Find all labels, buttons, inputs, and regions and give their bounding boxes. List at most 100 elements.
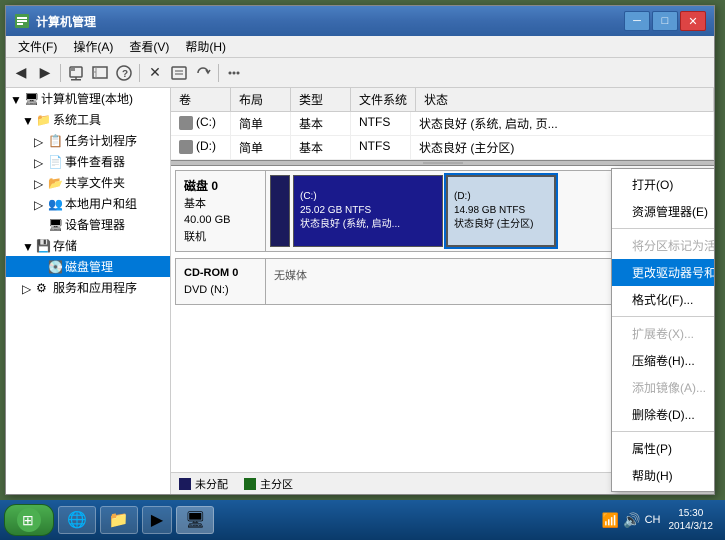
legend-primary: 主分区: [244, 476, 293, 492]
users-icon: 👥: [48, 197, 62, 211]
ctx-mirror[interactable]: 添加镜像(A)...: [612, 374, 714, 401]
system-clock[interactable]: 15:30 2014/3/12: [665, 505, 718, 535]
expand-icon: ▼: [22, 240, 34, 252]
menu-help[interactable]: 帮助(H): [177, 36, 234, 57]
ctx-shrink[interactable]: 压缩卷(H)...: [612, 347, 714, 374]
toolbar-separator-2: [139, 64, 140, 82]
context-menu: 打开(O) 资源管理器(E) 将分区标记为活动分区(M) 更改驱动器号和路径(C…: [611, 168, 714, 492]
svg-text:⊞: ⊞: [22, 512, 34, 528]
ctx-sep-1: [612, 228, 714, 229]
tree-task-scheduler[interactable]: ▷ 📋 任务计划程序: [6, 130, 170, 151]
expand-icon: ▷: [34, 156, 46, 168]
table-row[interactable]: (D:) 简单 基本 NTFS 状态良好 (主分区): [171, 136, 714, 160]
left-panel: ▼ 🖥 计算机管理(本地) ▼ 📁 系统工具 ▷ 📋 任务计划程序 ▷ 📄 事件…: [6, 88, 171, 494]
refresh-button[interactable]: [192, 62, 214, 84]
properties-button[interactable]: [168, 62, 190, 84]
ctx-sep-2: [612, 316, 714, 317]
services-icon: ⚙: [36, 281, 50, 295]
show-hide-console[interactable]: [89, 62, 111, 84]
content-area: ▼ 🖥 计算机管理(本地) ▼ 📁 系统工具 ▷ 📋 任务计划程序 ▷ 📄 事件…: [6, 88, 714, 494]
partition-unallocated[interactable]: [270, 175, 290, 247]
ctx-delete[interactable]: 删除卷(D)...: [612, 401, 714, 428]
tree-storage[interactable]: ▼ 💾 存储: [6, 235, 170, 256]
ctx-sep-3: [612, 431, 714, 432]
window-title: 计算机管理: [36, 13, 624, 30]
td-type-c: 基本: [291, 112, 351, 135]
ctx-mark-active[interactable]: 将分区标记为活动分区(M): [612, 232, 714, 259]
td-vol-c: (C:): [171, 112, 231, 135]
tray-volume[interactable]: 🔊: [623, 512, 640, 529]
forward-button[interactable]: ▶: [34, 62, 56, 84]
td-fs-c: NTFS: [351, 112, 411, 135]
tree-event-viewer[interactable]: ▷ 📄 事件查看器: [6, 151, 170, 172]
delete-button[interactable]: ✕: [144, 62, 166, 84]
expand-icon: ▷: [34, 135, 46, 147]
ctx-explorer[interactable]: 资源管理器(E): [612, 198, 714, 225]
taskbar-media[interactable]: ▶: [142, 506, 172, 534]
expand-icon: ▼: [22, 114, 34, 126]
storage-icon: 💾: [36, 239, 50, 253]
folder-icon: 📁: [36, 113, 50, 127]
tree-shared-folders[interactable]: ▷ 📂 共享文件夹: [6, 172, 170, 193]
cdrom-label: CD-ROM 0 DVD (N:): [176, 259, 266, 304]
ctx-open[interactable]: 打开(O): [612, 171, 714, 198]
menu-action[interactable]: 操作(A): [65, 36, 121, 57]
td-vol-d: (D:): [171, 136, 231, 159]
device-icon: 🖥: [48, 218, 62, 232]
tree-local-users[interactable]: ▷ 👥 本地用户和组: [6, 193, 170, 214]
minimize-button[interactable]: ─: [624, 11, 650, 31]
main-window: 计算机管理 ─ □ ✕ 文件(F) 操作(A) 查看(V) 帮助(H) ◀ ▶: [5, 5, 715, 495]
taskbar-explorer[interactable]: 📁: [100, 506, 138, 534]
tree-device-manager[interactable]: 🖥 设备管理器: [6, 214, 170, 235]
tree-disk-management[interactable]: 💽 磁盘管理: [6, 256, 170, 277]
td-fs-d: NTFS: [351, 136, 411, 159]
ctx-change-drive[interactable]: 更改驱动器号和路径(C)...: [612, 259, 714, 286]
taskbar-browser[interactable]: 🌐: [58, 506, 96, 534]
table-row[interactable]: (C:) 简单 基本 NTFS 状态良好 (系统, 启动, 页...: [171, 112, 714, 136]
window-controls: ─ □ ✕: [624, 11, 706, 31]
toolbar-separator-3: [218, 64, 219, 82]
window-icon: [14, 13, 30, 29]
partition-c[interactable]: (C:) 25.02 GB NTFS 状态良好 (系统, 启动...: [293, 175, 443, 247]
expand-icon: ▼: [10, 93, 22, 105]
start-button[interactable]: ⊞: [4, 504, 54, 536]
title-bar: 计算机管理 ─ □ ✕: [6, 6, 714, 36]
tray-lang[interactable]: CH: [645, 514, 661, 526]
expand-icon: ▷: [22, 282, 34, 294]
taskbar-tray: 📶 🔊 CH 15:30 2014/3/12: [602, 505, 721, 535]
svg-text:?: ?: [122, 69, 128, 80]
menu-bar: 文件(F) 操作(A) 查看(V) 帮助(H): [6, 36, 714, 58]
taskbar-computer-management[interactable]: 🖥: [176, 506, 214, 534]
up-button[interactable]: [65, 62, 87, 84]
close-button[interactable]: ✕: [680, 11, 706, 31]
legend-color-unallocated: [179, 478, 191, 490]
event-icon: 📄: [48, 155, 62, 169]
ctx-help[interactable]: 帮助(H): [612, 462, 714, 489]
ctx-extend[interactable]: 扩展卷(X)...: [612, 320, 714, 347]
tree-services[interactable]: ▷ ⚙ 服务和应用程序: [6, 277, 170, 298]
th-status: 状态: [416, 88, 714, 111]
ctx-properties[interactable]: 属性(P): [612, 435, 714, 462]
tray-network[interactable]: 📶: [602, 512, 619, 529]
menu-view[interactable]: 查看(V): [121, 36, 177, 57]
td-layout-d: 简单: [231, 136, 291, 159]
menu-file[interactable]: 文件(F): [10, 36, 65, 57]
td-status-d: 状态良好 (主分区): [411, 136, 714, 159]
expand-icon: ▷: [34, 177, 46, 189]
back-button[interactable]: ◀: [10, 62, 32, 84]
help-button[interactable]: ?: [113, 62, 135, 84]
td-status-c: 状态良好 (系统, 启动, 页...: [411, 112, 714, 135]
taskbar: ⊞ 🌐 📁 ▶ 🖥 📶 🔊 CH 15:30 2014/3/12: [0, 500, 725, 540]
maximize-button[interactable]: □: [652, 11, 678, 31]
legend-unallocated: 未分配: [179, 476, 228, 492]
ctx-format[interactable]: 格式化(F)...: [612, 286, 714, 313]
tree-root[interactable]: ▼ 🖥 计算机管理(本地): [6, 88, 170, 109]
more-button[interactable]: [223, 62, 245, 84]
th-fs: 文件系统: [351, 88, 416, 111]
toolbar: ◀ ▶ ? ✕: [6, 58, 714, 88]
tree-system-tools[interactable]: ▼ 📁 系统工具: [6, 109, 170, 130]
share-icon: 📂: [48, 176, 62, 190]
legend-color-primary: [244, 478, 256, 490]
toolbar-separator-1: [60, 64, 61, 82]
partition-d[interactable]: (D:) 14.98 GB NTFS 状态良好 (主分区): [446, 175, 556, 247]
